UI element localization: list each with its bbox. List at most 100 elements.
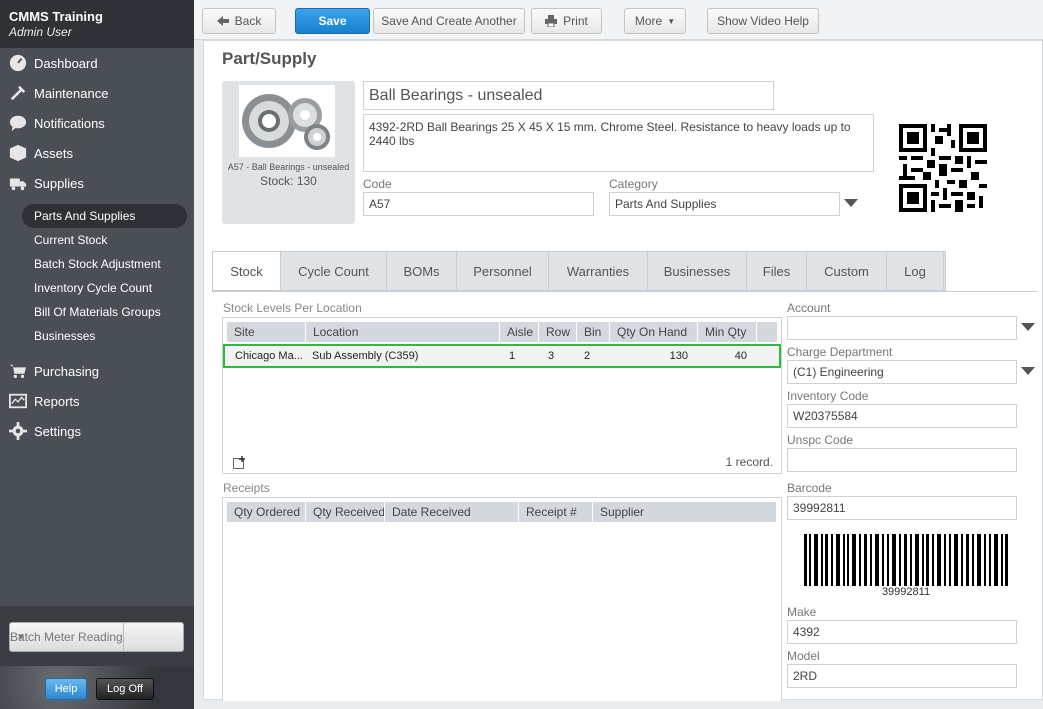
nav-reports-label: Reports [34,393,80,409]
code-field[interactable] [363,192,594,216]
barcode-field[interactable] [787,496,1017,520]
tab-personnel[interactable]: Personnel [457,252,549,290]
category-select[interactable]: Parts And Supplies [609,192,840,216]
nav-maintenance-label: Maintenance [34,85,109,101]
add-record-icon[interactable] [233,456,246,469]
gear-icon [9,422,27,440]
tab-cycle-count[interactable]: Cycle Count [281,252,387,290]
code-label: Code [363,177,392,191]
col-row[interactable]: Row [539,322,577,342]
cell-min-qty: 40 [734,350,747,362]
print-button[interactable]: Print [531,8,602,34]
description-field[interactable]: 4392-2RD Ball Bearings 25 X 45 X 15 mm. … [363,114,874,172]
caret-down-icon: ▼ [667,16,676,26]
stock-levels-label: Stock Levels Per Location [223,301,362,315]
nav-purchasing-label: Purchasing [34,363,100,379]
col-qty-received[interactable]: Qty Received [306,502,385,522]
chart-icon [9,392,27,410]
tab-files[interactable]: Files [747,252,807,290]
col-aisle[interactable]: Aisle [500,322,539,342]
part-photo-card[interactable]: A57 - Ball Bearings - unsealed Stock: 13… [222,81,355,224]
tab-stock[interactable]: Stock [213,252,281,290]
category-label: Category [609,177,658,191]
col-location[interactable]: Location [306,322,500,342]
unspc-code-label: Unspc Code [787,433,854,447]
sub-parts-and-supplies[interactable]: Parts And Supplies [22,204,187,228]
help-button[interactable]: Help [45,678,87,700]
nav-assets[interactable]: Assets [0,138,194,168]
make-field[interactable] [787,620,1017,644]
record-count: 1 record. [725,455,773,469]
nav-settings-label: Settings [34,423,81,439]
more-button[interactable]: More ▼ [624,8,686,34]
col-min-qty[interactable]: Min Qty [698,322,757,342]
nav-notifications[interactable]: Notifications [0,108,194,138]
stock-grid-header: Site Location Aisle Row Bin Qty On Hand … [227,322,777,342]
col-supplier[interactable]: Supplier [593,502,777,522]
printer-icon [545,15,558,27]
stock-levels-grid: Site Location Aisle Row Bin Qty On Hand … [222,317,782,474]
tab-boms[interactable]: BOMs [387,252,457,290]
inventory-code-field[interactable] [787,404,1017,428]
user-name: Admin User [9,25,72,39]
account-dropdown-icon[interactable] [1021,323,1035,331]
col-date-received[interactable]: Date Received [385,502,519,522]
cell-location: Sub Assembly (C359) [312,350,419,362]
cell-aisle: 1 [509,350,516,362]
cell-row: 3 [548,350,555,362]
nav-dashboard-label: Dashboard [34,55,98,71]
nav-reports[interactable]: Reports [0,386,194,416]
tab-warranties[interactable]: Warranties [549,252,648,290]
ball-bearing-photo [239,85,335,157]
nav-purchasing[interactable]: Purchasing [0,356,194,386]
part-name-field[interactable] [363,81,774,110]
barcode-number: 39992811 [881,586,931,598]
nav-dashboard[interactable]: Dashboard [0,48,194,78]
model-field[interactable] [787,664,1017,688]
sub-current-stock[interactable]: Current Stock [0,228,194,252]
more-label: More [634,14,663,28]
model-label: Model [787,649,820,663]
app-name: CMMS Training [9,9,103,24]
account-select[interactable] [787,316,1017,340]
save-button[interactable]: Save [295,8,370,34]
charge-department-select[interactable]: (C1) Engineering [787,360,1017,384]
tab-divider [212,291,1037,292]
tools-icon [9,84,27,102]
sub-inventory-cycle-count[interactable]: Inventory Cycle Count [0,276,194,300]
batch-meter-label: Batch Meter Reading [10,623,124,651]
cell-bin: 2 [584,350,591,362]
inventory-code-label: Inventory Code [787,389,869,403]
sub-batch-stock-adjustment[interactable]: Batch Stock Adjustment [0,252,194,276]
sidebar-footer: Help Log Off [0,666,194,709]
receipts-grid-header: Qty Ordered Qty Received Date Received R… [227,502,777,522]
nav-notifications-label: Notifications [34,115,105,131]
tab-log[interactable]: Log [887,252,944,290]
show-video-help-button[interactable]: Show Video Help [707,8,819,34]
col-site[interactable]: Site [227,322,306,342]
table-row[interactable]: Chicago Ma... Sub Assembly (C359) 1 3 2 … [223,344,781,368]
nav-settings[interactable]: Settings [0,416,194,446]
unspc-code-field[interactable] [787,448,1017,472]
nav-maintenance[interactable]: Maintenance [0,78,194,108]
charge-department-dropdown-icon[interactable] [1021,367,1035,375]
charge-department-label: Charge Department [787,345,893,359]
barcode-image [804,534,1008,586]
category-dropdown-icon[interactable] [844,199,858,207]
col-qty-on-hand[interactable]: Qty On Hand [610,322,698,342]
save-and-create-another-button[interactable]: Save And Create Another [373,8,525,34]
col-receipt-number[interactable]: Receipt # [519,502,593,522]
nav-supplies[interactable]: Supplies [0,168,194,198]
sub-bill-of-materials-groups[interactable]: Bill Of Materials Groups [0,300,194,324]
back-label: Back [234,14,262,28]
tab-businesses[interactable]: Businesses [648,252,747,290]
log-off-button[interactable]: Log Off [96,678,154,700]
sub-businesses[interactable]: Businesses [0,324,194,348]
tab-custom[interactable]: Custom [807,252,887,290]
col-bin[interactable]: Bin [577,322,610,342]
col-qty-ordered[interactable]: Qty Ordered [227,502,306,522]
cart-icon [9,362,27,380]
batch-meter-reading-button[interactable]: Batch Meter Reading ▼ [9,622,184,652]
back-button[interactable]: Back [202,8,276,34]
make-label: Make [787,605,817,619]
